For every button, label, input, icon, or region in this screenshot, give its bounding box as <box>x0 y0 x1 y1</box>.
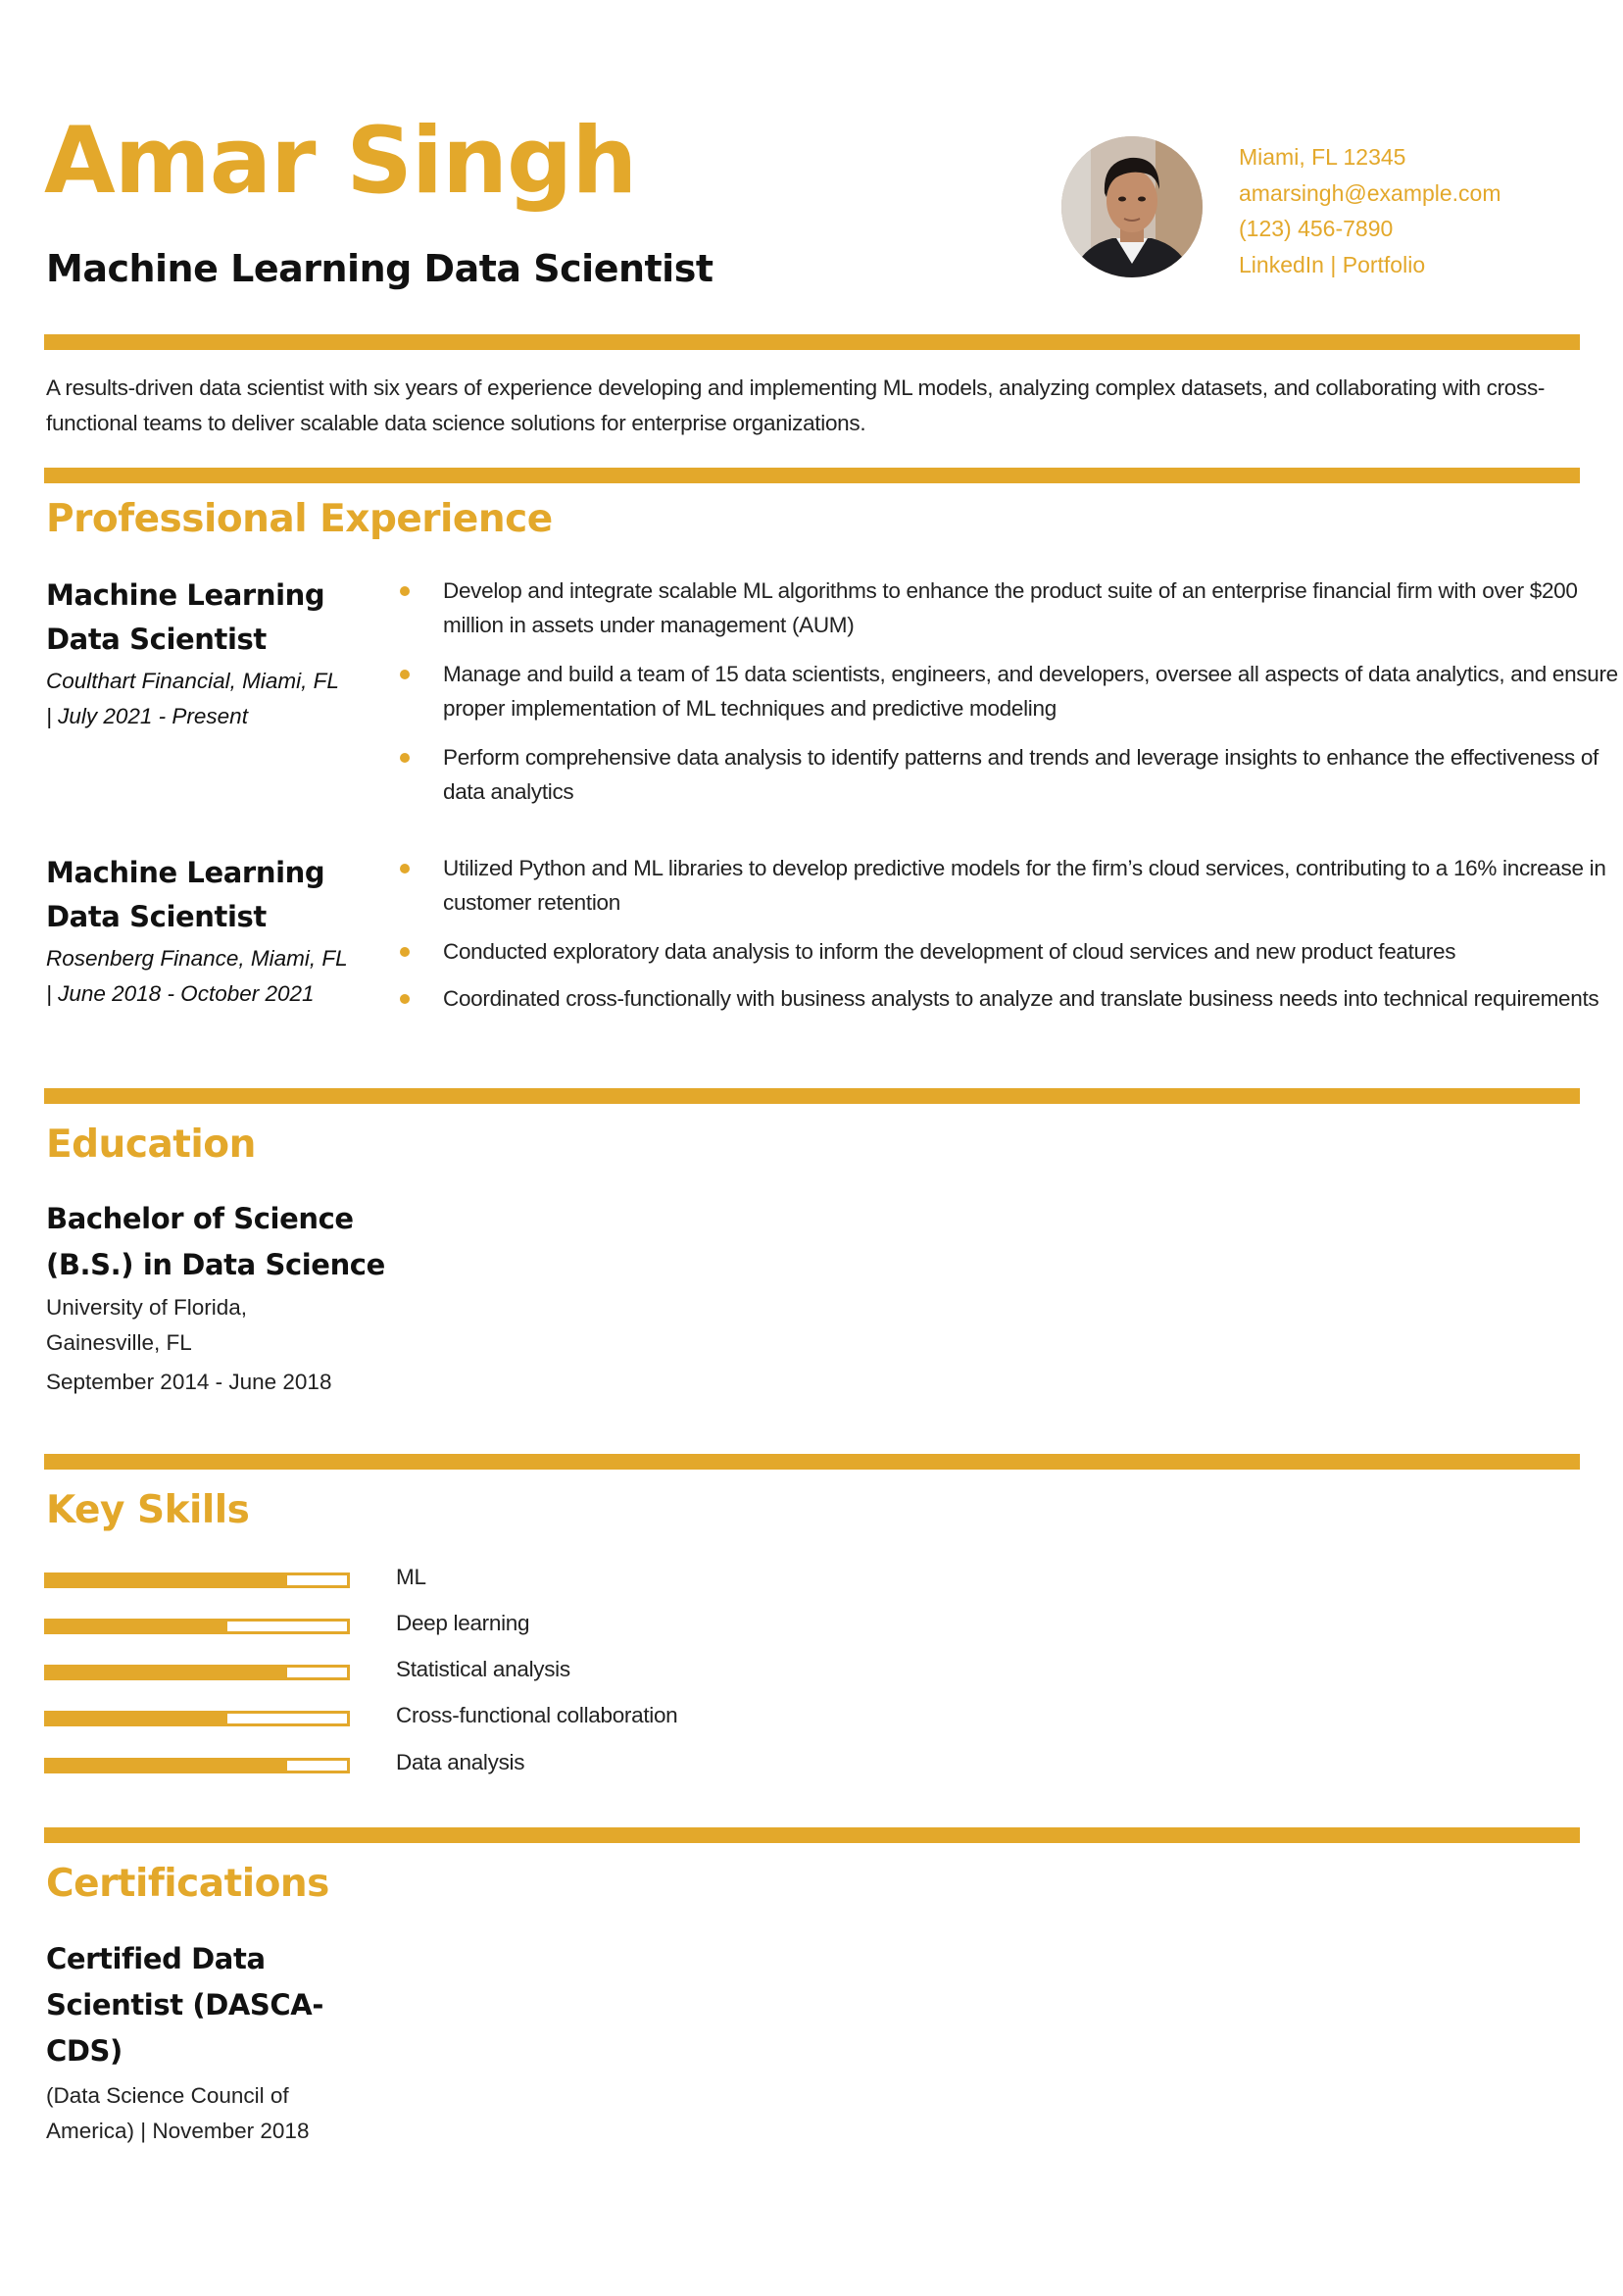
skill-level-bar <box>44 1758 350 1773</box>
contact-phone: (123) 456-7890 <box>1239 216 1394 241</box>
skill-level-fill <box>47 1622 227 1631</box>
degree: Bachelor of Science (B.S.) in Data Scienc… <box>46 1196 438 1288</box>
skill-level-fill <box>47 1668 287 1677</box>
bullet-dot-icon <box>400 586 410 596</box>
job-details: Machine Learning Data Scientist Coulthart… <box>46 574 369 736</box>
job-details: Machine Learning Data Scientist Rosenberg… <box>46 851 369 1014</box>
section-divider <box>44 468 1580 483</box>
bullet-dot-icon <box>400 947 410 957</box>
contact-links: LinkedIn | Portfolio <box>1239 247 1501 283</box>
education-entry: Bachelor of Science (B.S.) in Data Scienc… <box>46 1196 438 1400</box>
certification-entry: Certified Data Scientist (DASCA- CDS) (Dat… <box>46 1936 438 2149</box>
certifications-heading: Certifications <box>46 1862 329 1906</box>
profile-photo <box>1061 136 1203 277</box>
job-company: Coulthart Financial, Miami, FL <box>46 669 339 693</box>
skill-item: Deep learning <box>44 1611 828 1644</box>
job-title-headline: Machine Learning Data Scientist <box>46 247 713 290</box>
skill-level-bar <box>44 1665 350 1680</box>
bullet-text: Conducted exploratory data analysis to i… <box>443 939 1456 964</box>
bullet-dot-icon <box>400 670 410 679</box>
contact-email-link[interactable]: amarsingh@example.com <box>1239 175 1501 212</box>
job-title-line: Machine Learning <box>46 578 325 612</box>
skill-level-fill <box>47 1761 287 1771</box>
issuer-line: (Data Science Council of <box>46 2083 289 2108</box>
job-title-line: Machine Learning <box>46 856 325 889</box>
job-title: Machine Learning Data Scientist <box>46 851 369 939</box>
portfolio-link[interactable]: Portfolio <box>1343 252 1425 277</box>
linkedin-link[interactable]: LinkedIn <box>1239 252 1324 277</box>
education-dates: September 2014 - June 2018 <box>46 1370 332 1394</box>
bullet-text: Coordinated cross-functionally with busi… <box>443 986 1599 1011</box>
candidate-name: Amar Singh <box>44 108 637 215</box>
bullet-dot-icon <box>400 994 410 1004</box>
job-title: Machine Learning Data Scientist <box>46 574 369 662</box>
school-line: Gainesville, FL <box>46 1330 192 1355</box>
bullet-dot-icon <box>400 864 410 873</box>
professional-summary: A results-driven data scientist with six… <box>46 375 1546 435</box>
skill-item: Statistical analysis <box>44 1657 828 1690</box>
bullet-item: Coordinated cross-functionally with busi… <box>400 981 1623 1016</box>
skill-level-fill <box>47 1575 287 1585</box>
certification-name-line: Scientist (DASCA- <box>46 1988 323 2021</box>
bullet-item: Perform comprehensive data analysis to i… <box>400 740 1623 809</box>
link-separator: | <box>1323 251 1343 277</box>
section-divider <box>44 1827 1580 1843</box>
bullet-text: Develop and integrate scalable ML algori… <box>443 578 1578 637</box>
degree-line: Bachelor of Science <box>46 1202 354 1235</box>
degree-line: (B.S.) in Data Science <box>46 1248 385 1281</box>
skill-label: Data analysis <box>396 1750 525 1774</box>
job-dates: | June 2018 - October 2021 <box>46 981 315 1006</box>
skill-item: Cross-functional collaboration <box>44 1703 828 1736</box>
skills-heading: Key Skills <box>46 1488 250 1532</box>
skill-level-bar <box>44 1711 350 1726</box>
skill-item: ML <box>44 1565 828 1598</box>
contact-info: Miami, FL 12345 amarsingh@example.com (1… <box>1239 139 1501 282</box>
school-line: University of Florida, <box>46 1295 248 1320</box>
certification-issuer: (Data Science Council of America) | Novem… <box>46 2078 438 2149</box>
skill-label: Statistical analysis <box>396 1657 570 1681</box>
job-dates: | July 2021 - Present <box>46 704 248 728</box>
experience-heading: Professional Experience <box>46 497 553 541</box>
bullet-text: Utilized Python and ML libraries to deve… <box>443 856 1606 915</box>
bullet-text: Manage and build a team of 15 data scien… <box>443 662 1618 721</box>
bullet-item: Develop and integrate scalable ML algori… <box>400 574 1623 642</box>
issuer-line: America) | November 2018 <box>46 2119 310 2143</box>
school: University of Florida, Gainesville, FL <box>46 1290 438 1361</box>
bullet-dot-icon <box>400 753 410 763</box>
job-company: Rosenberg Finance, Miami, FL <box>46 946 348 971</box>
job-title-line: Data Scientist <box>46 900 267 933</box>
profile-photo-illustration <box>1061 136 1203 277</box>
certification-name-line: Certified Data <box>46 1942 266 1975</box>
skill-label: Cross-functional collaboration <box>396 1703 678 1727</box>
bullet-item: Utilized Python and ML libraries to deve… <box>400 851 1623 920</box>
job-bullets: Develop and integrate scalable ML algori… <box>400 574 1623 824</box>
skill-item: Data analysis <box>44 1750 828 1783</box>
job-bullets: Utilized Python and ML libraries to deve… <box>400 851 1623 1030</box>
bullet-text: Perform comprehensive data analysis to i… <box>443 745 1599 804</box>
skill-label: Deep learning <box>396 1611 530 1635</box>
skill-label: ML <box>396 1565 426 1589</box>
section-divider <box>44 1454 1580 1470</box>
certification-name-line: CDS) <box>46 2034 123 2068</box>
section-divider <box>44 334 1580 350</box>
job-title-line: Data Scientist <box>46 623 267 656</box>
bullet-item: Manage and build a team of 15 data scien… <box>400 657 1623 725</box>
skill-level-bar <box>44 1619 350 1634</box>
bullet-item: Conducted exploratory data analysis to i… <box>400 934 1623 969</box>
education-heading: Education <box>46 1123 256 1167</box>
skill-level-fill <box>47 1714 227 1723</box>
section-divider <box>44 1088 1580 1104</box>
contact-location: Miami, FL 12345 <box>1239 144 1406 170</box>
skill-level-bar <box>44 1572 350 1588</box>
certification-name: Certified Data Scientist (DASCA- CDS) <box>46 1936 438 2074</box>
